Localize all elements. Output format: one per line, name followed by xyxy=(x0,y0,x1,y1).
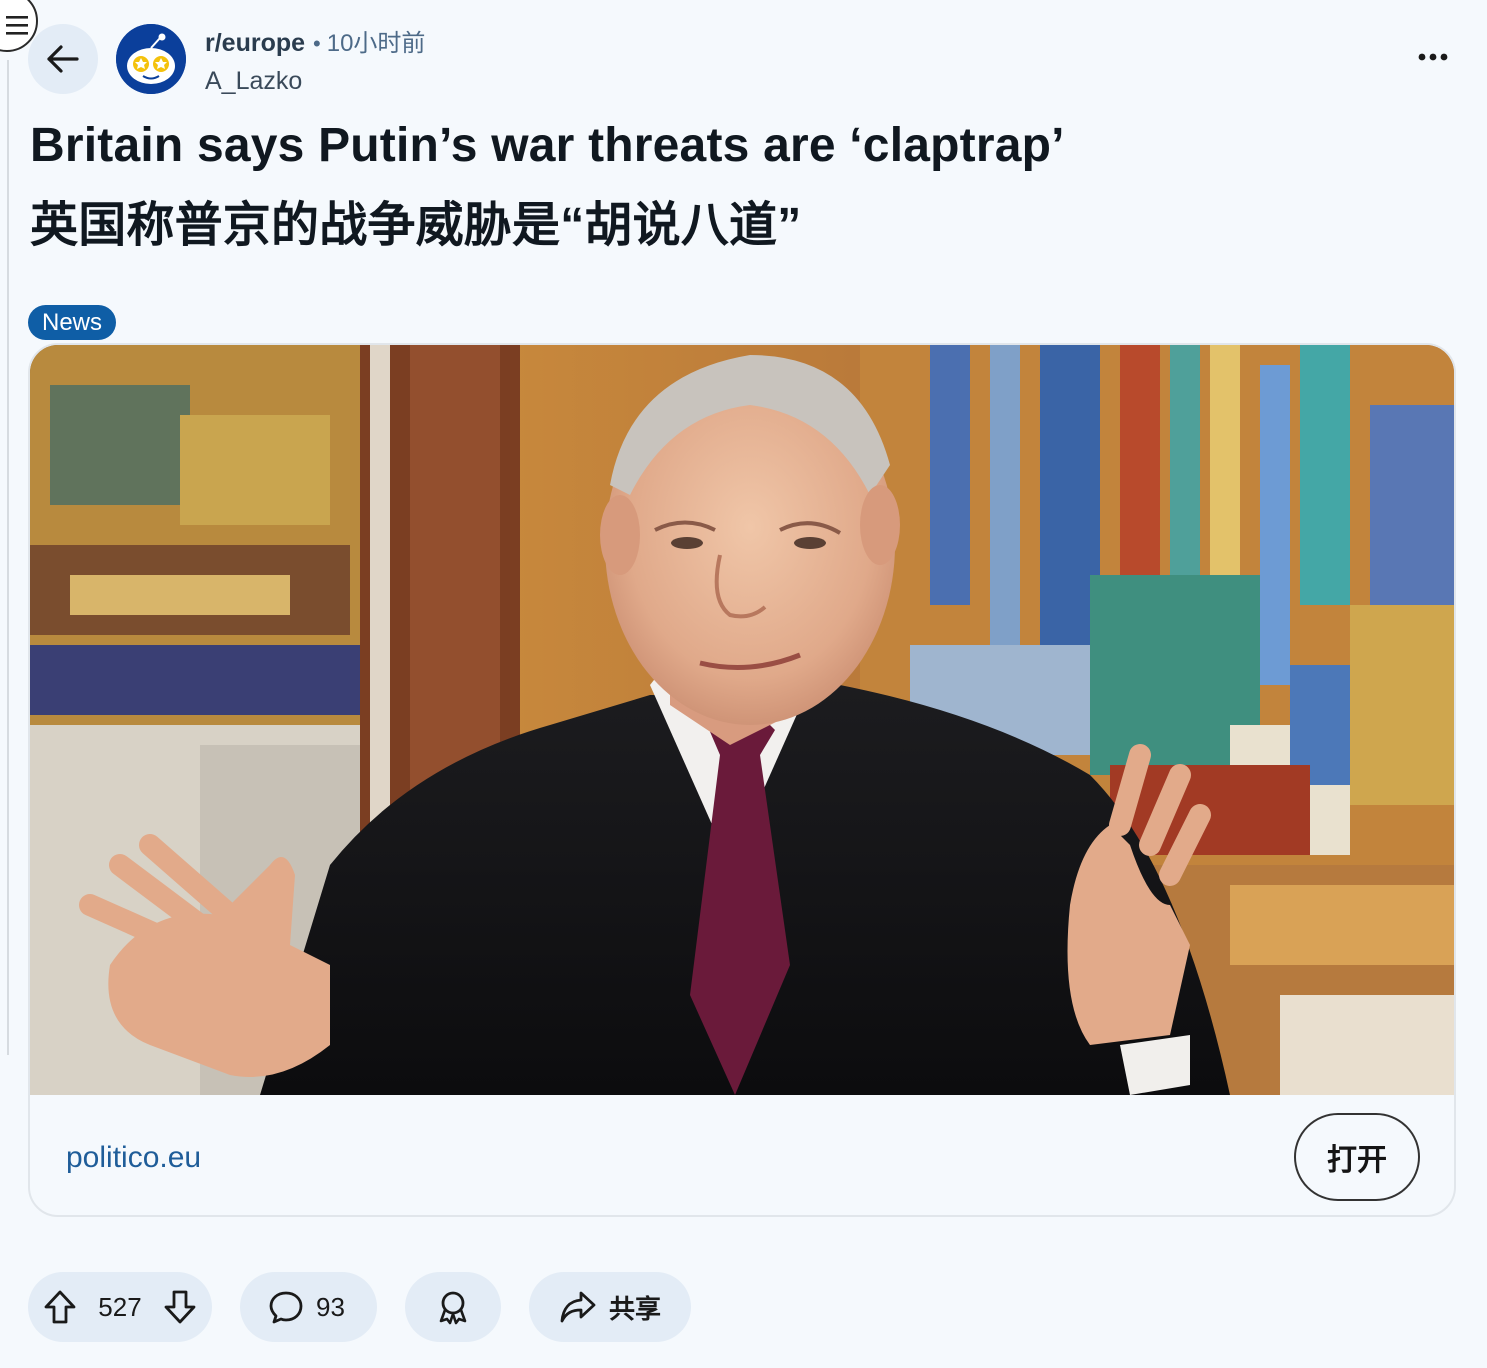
speech-bubble-icon xyxy=(268,1289,304,1325)
comment-count: 93 xyxy=(316,1291,345,1322)
article-thumbnail-image[interactable] xyxy=(30,345,1456,1095)
open-link-button[interactable]: 打开 xyxy=(1294,1113,1420,1201)
share-button[interactable]: 共享 xyxy=(529,1272,691,1342)
post-time: 10小时前 xyxy=(326,30,426,57)
hamburger-menu-icon xyxy=(0,10,28,35)
meta-separator: • xyxy=(313,31,321,56)
upvote-count: 527 xyxy=(98,1291,142,1322)
share-label: 共享 xyxy=(609,1293,662,1324)
post-author[interactable]: A_Lazko xyxy=(205,64,425,98)
link-domain[interactable]: politico.eu xyxy=(66,1141,201,1175)
left-rail-divider xyxy=(7,60,9,1055)
arrow-left-icon xyxy=(46,44,80,74)
award-button[interactable] xyxy=(405,1272,501,1342)
subreddit-avatar[interactable] xyxy=(116,24,186,94)
share-arrow-icon xyxy=(559,1289,597,1325)
back-button[interactable] xyxy=(28,24,98,94)
subreddit-name[interactable]: r/europe xyxy=(205,29,305,57)
more-horizontal-icon xyxy=(1418,53,1448,61)
post-action-bar: 527 93 共享 xyxy=(28,1272,691,1342)
post-title: Britain says Putin’s war threats are ‘cl… xyxy=(30,106,1450,266)
post-detail-page: r/europe • 10小时前 A_Lazko Britain says Puti… xyxy=(0,0,1487,1368)
subreddit-logo-icon xyxy=(116,24,186,94)
arrow-down-icon[interactable] xyxy=(162,1289,198,1325)
arrow-up-icon[interactable] xyxy=(42,1289,78,1325)
comments-button[interactable]: 93 xyxy=(240,1272,377,1342)
post-meta: r/europe • 10小时前 A_Lazko xyxy=(205,26,425,98)
award-ribbon-icon xyxy=(435,1289,471,1325)
post-title-chinese: 英国称普京的战争威胁是“胡说八道” xyxy=(30,199,802,252)
vote-control: 527 xyxy=(28,1272,212,1342)
more-options-button[interactable] xyxy=(1413,42,1453,72)
post-flair[interactable]: News xyxy=(28,305,117,340)
post-title-english: Britain says Putin’s war threats are ‘cl… xyxy=(30,119,1065,172)
link-preview-card[interactable]: politico.eu 打开 xyxy=(28,343,1456,1217)
